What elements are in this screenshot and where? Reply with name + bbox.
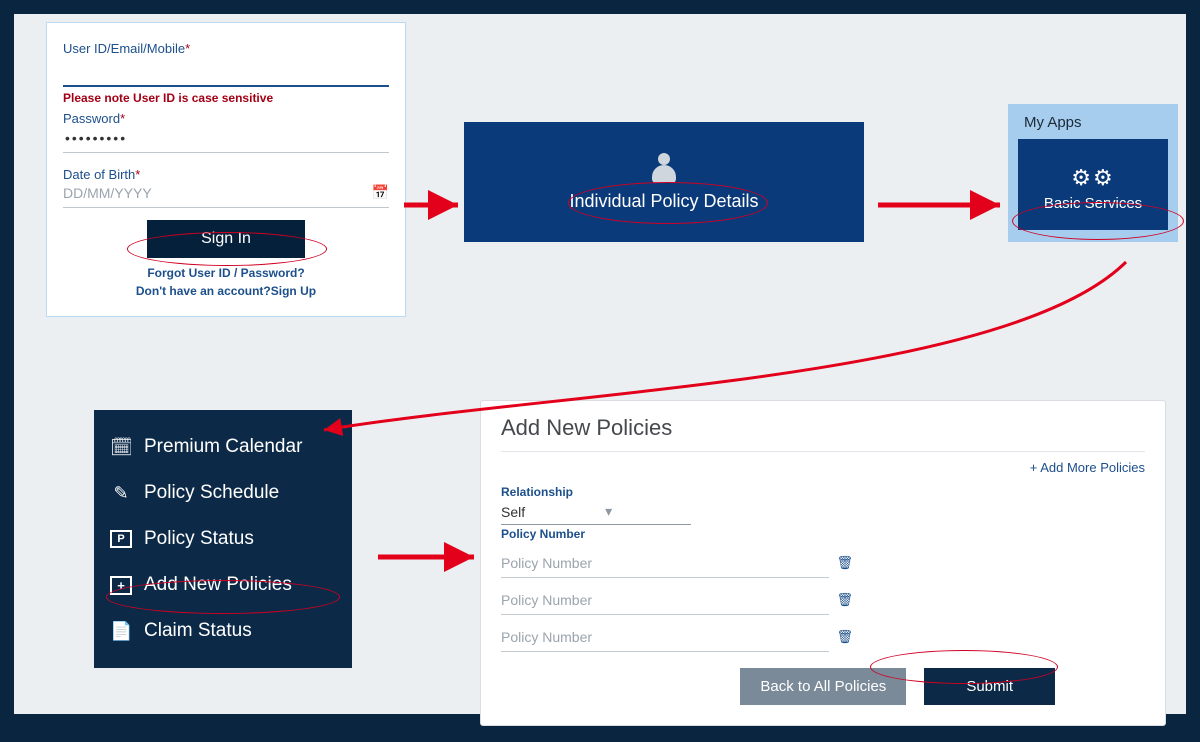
- relationship-value: Self: [501, 504, 525, 520]
- calendar-icon: 🗓: [110, 437, 132, 458]
- doc-p-icon: P: [110, 530, 132, 548]
- arrow-icon: [402, 182, 470, 228]
- sidebar-item-label: Policy Status: [144, 528, 254, 550]
- password-input[interactable]: •••••••••: [63, 126, 389, 153]
- add-card-title: Add New Policies: [501, 415, 1145, 452]
- policy-number-input-2[interactable]: Policy Number 🗑: [501, 586, 829, 615]
- edit-icon: ✎: [110, 483, 132, 504]
- sidebar-item-policy-schedule[interactable]: ✎ Policy Schedule: [94, 470, 352, 516]
- sidebar-item-label: Claim Status: [144, 620, 252, 642]
- individual-policy-details-tile[interactable]: Individual Policy Details: [464, 122, 864, 242]
- sidebar-item-premium-calendar[interactable]: 🗓 Premium Calendar: [94, 424, 352, 470]
- side-menu: 🗓 Premium Calendar ✎ Policy Schedule P P…: [94, 410, 352, 668]
- relationship-select[interactable]: Self ▾: [501, 499, 691, 525]
- signin-button[interactable]: Sign In: [147, 220, 305, 258]
- calendar-icon: 📅: [372, 184, 389, 201]
- signup-prefix: Don't have an account?: [136, 284, 271, 298]
- basic-services-tile[interactable]: ⚙⚙ Basic Services: [1018, 139, 1168, 230]
- relationship-label: Relationship: [501, 485, 1145, 499]
- login-panel: User ID/Email/Mobile* Please note User I…: [46, 22, 406, 317]
- delete-icon[interactable]: 🗑: [836, 629, 853, 645]
- delete-icon[interactable]: 🗑: [836, 555, 853, 571]
- sidebar-item-label: Policy Schedule: [144, 482, 279, 504]
- submit-button[interactable]: Submit: [924, 668, 1055, 705]
- add-more-policies-link[interactable]: + Add More Policies: [501, 460, 1145, 475]
- userid-label: User ID/Email/Mobile*: [63, 41, 389, 56]
- sidebar-item-label: Premium Calendar: [144, 436, 302, 458]
- policy-number-input-1[interactable]: Policy Number 🗑: [501, 549, 829, 578]
- doc-icon: 📄: [110, 621, 132, 642]
- policy-number-label: Policy Number: [501, 527, 1145, 541]
- basic-services-label: Basic Services: [1044, 195, 1142, 212]
- signup-link[interactable]: Sign Up: [271, 284, 316, 298]
- userid-input[interactable]: [63, 56, 389, 87]
- forgot-link[interactable]: Forgot User ID / Password?: [147, 266, 304, 280]
- chevron-down-icon: ▾: [605, 503, 612, 520]
- userid-note: Please note User ID is case sensitive: [63, 91, 389, 105]
- back-to-all-policies-button[interactable]: Back to All Policies: [740, 668, 906, 705]
- sidebar-item-claim-status[interactable]: 📄 Claim Status: [94, 608, 352, 654]
- delete-icon[interactable]: 🗑: [836, 592, 853, 608]
- arrow-icon: [376, 534, 486, 580]
- dob-input[interactable]: DD/MM/YYYY 📅: [63, 182, 389, 208]
- dob-label: Date of Birth*: [63, 167, 389, 182]
- ipd-title: Individual Policy Details: [569, 191, 758, 212]
- sidebar-item-add-new-policies[interactable]: + Add New Policies: [94, 562, 352, 608]
- policy-number-input-3[interactable]: Policy Number 🗑: [501, 623, 829, 652]
- password-label: Password*: [63, 111, 389, 126]
- gears-icon: ⚙⚙: [1071, 167, 1114, 189]
- my-apps-panel: My Apps ⚙⚙ Basic Services: [1008, 104, 1178, 242]
- add-new-policies-card: Add New Policies + Add More Policies Rel…: [480, 400, 1166, 726]
- arrow-icon: [876, 182, 1012, 228]
- person-icon: [650, 153, 678, 183]
- sidebar-item-label: Add New Policies: [144, 574, 292, 596]
- sidebar-item-policy-status[interactable]: P Policy Status: [94, 516, 352, 562]
- my-apps-heading: My Apps: [1024, 114, 1168, 131]
- plus-box-icon: +: [110, 576, 132, 595]
